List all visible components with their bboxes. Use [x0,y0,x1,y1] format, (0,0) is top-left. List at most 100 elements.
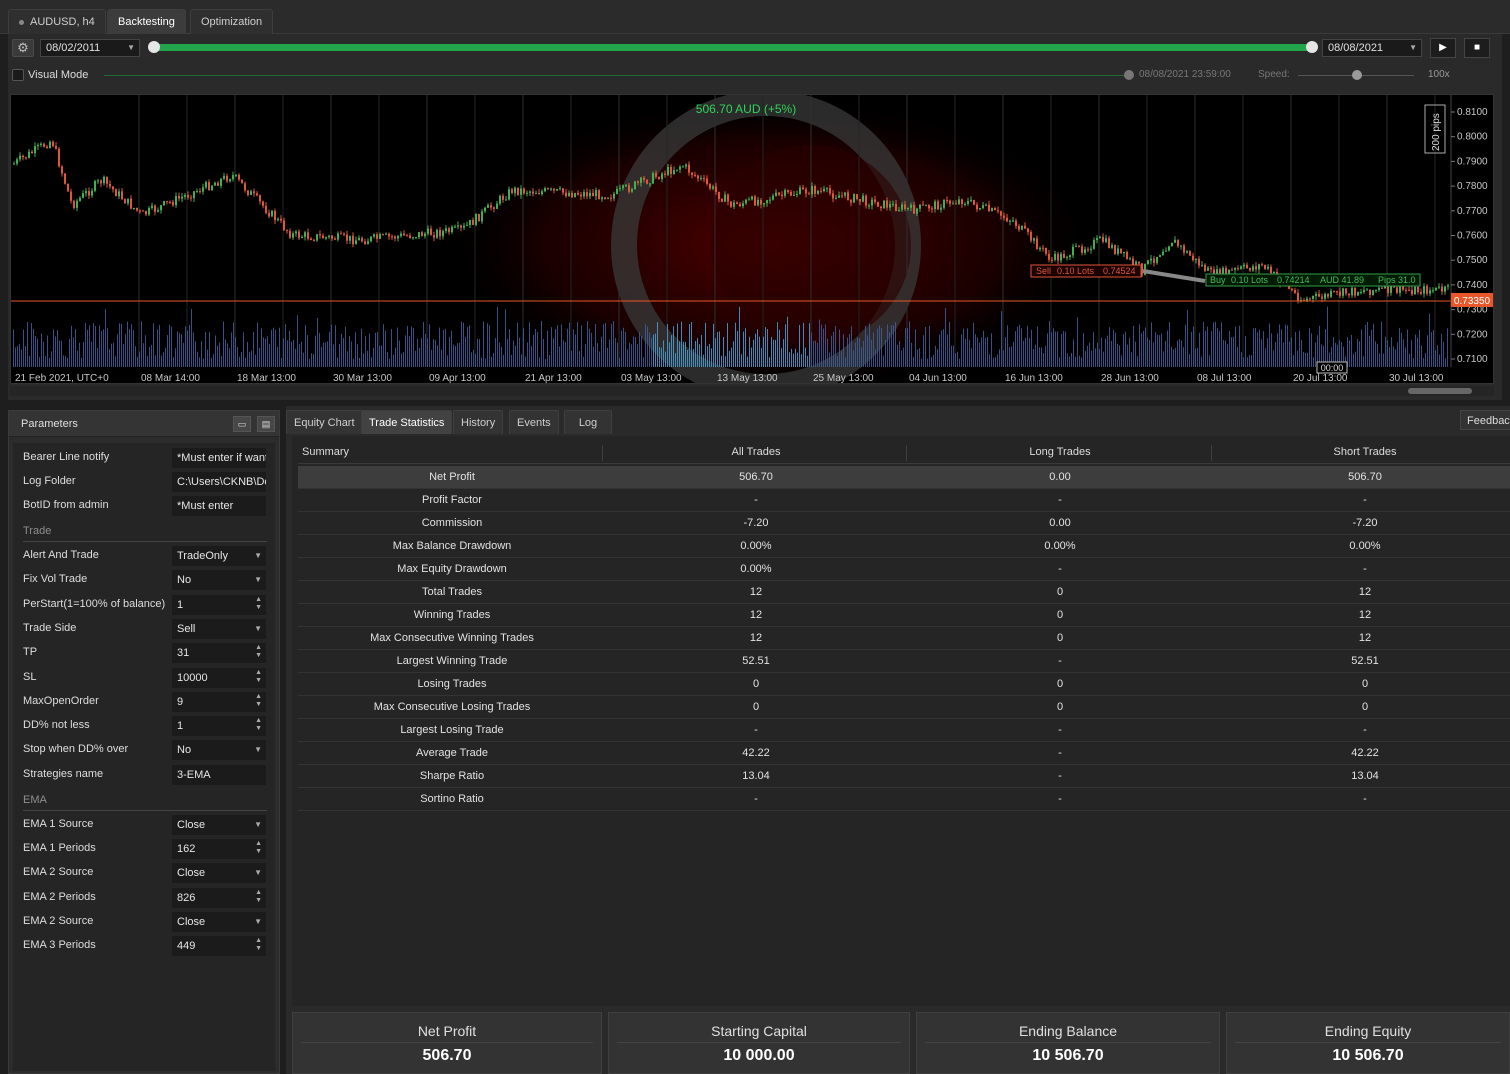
spinner-icon[interactable]: ▲ ▼ [255,840,262,856]
candle-body [1123,251,1125,254]
play-button[interactable]: ▶ [1430,38,1456,58]
scrollbar-thumb[interactable] [1408,388,1472,394]
param-number-input[interactable]: 826 ▲ ▼ [172,887,266,908]
param-number-input[interactable]: 9 ▲ ▼ [172,691,266,712]
candle-body [919,204,921,209]
volume-bar [153,323,154,367]
param-number-input[interactable]: 162 ▲ ▼ [172,839,266,859]
volume-bar [421,338,422,367]
param-text-input[interactable]: *Must enter if want [172,448,266,468]
price-chart[interactable]: 0.8100 0.8000 0.7900 0.7800 0.7700 0.7600 0.75… [10,94,1494,384]
spinner-icon[interactable]: ▲ ▼ [255,596,262,612]
param-number-input[interactable]: 449 ▲ ▼ [172,936,266,957]
param-number-input[interactable]: 1 ▲ ▼ [172,594,266,615]
candle-body [733,202,735,207]
param-select[interactable]: Close ▼ [172,863,266,884]
param-text-input[interactable]: *Must enter [172,496,266,516]
candle-body [235,174,237,176]
stop-button[interactable]: ■ [1464,38,1490,58]
candle-body [295,231,297,234]
start-date-picker[interactable]: 08/02/2011 ▼ [40,39,140,57]
volume-bar [1101,337,1102,367]
table-row[interactable]: Max Balance Drawdown 0.00% 0.00% 0.00% [298,535,1510,558]
spinner-icon[interactable]: ▲ ▼ [255,693,262,709]
end-date-picker[interactable]: 08/08/2021 ▼ [1322,39,1422,57]
speed-slider-handle[interactable] [1352,70,1362,80]
cell-long: 0.00 [1049,471,1071,483]
table-row[interactable]: Sortino Ratio - - - [298,788,1510,811]
table-row[interactable]: Max Equity Drawdown 0.00% - - [298,558,1510,581]
table-row[interactable]: Winning Trades 12 0 12 [298,604,1510,627]
spinner-icon[interactable]: ▲ ▼ [255,889,262,905]
volume-bar [409,336,410,367]
volume-bar [151,344,152,367]
param-number-input[interactable]: 1 ▲ ▼ [172,716,266,737]
volume-bar [175,348,176,367]
param-text-input[interactable]: C:\Users\CKNB\Doc [172,472,266,492]
table-row[interactable]: Max Consecutive Winning Trades 12 0 12 [298,627,1510,650]
tab-backtesting[interactable]: Backtesting [107,9,186,34]
candle-body [310,238,312,240]
candle-body [25,157,27,159]
buy-trade-tag[interactable]: Buy 0.10 Lots 0.74214 AUD 41.89 Pips 31.… [1205,273,1421,287]
visual-mode-checkbox[interactable] [12,69,24,81]
date-range-track[interactable] [154,44,1312,51]
table-row[interactable]: Max Consecutive Losing Trades 0 0 0 [298,696,1510,719]
param-select[interactable]: Sell ▼ [172,618,266,639]
tab-equity-chart[interactable]: Equity Chart [286,410,363,434]
tab-symbol[interactable]: AUDUSD, h4 [8,9,106,34]
candle-body [676,169,678,171]
param-label: TP [23,646,38,659]
tab-optimization[interactable]: Optimization [190,9,274,34]
param-value: 1 [177,720,184,733]
param-select[interactable]: Close ▼ [172,814,266,835]
spinner-icon[interactable]: ▲ ▼ [255,644,262,660]
candle-body [880,206,882,209]
tab-trade-statistics[interactable]: Trade Statistics [361,410,453,434]
candle-body [331,235,333,239]
open-folder-button[interactable]: ▭ [233,416,251,432]
range-start-handle[interactable] [148,41,160,53]
settings-gear-icon[interactable]: ⚙ [12,39,34,57]
param-select[interactable]: No ▼ [172,740,266,761]
volume-bar [467,327,468,367]
candle-body [1255,266,1257,270]
table-row[interactable]: Net Profit 506.70 0.00 506.70 [298,466,1510,489]
range-end-handle[interactable] [1306,41,1318,53]
table-row[interactable]: Commission -7.20 0.00 -7.20 [298,512,1510,535]
param-select[interactable]: No ▼ [172,570,266,591]
candle-body [106,176,108,184]
candle-body [814,186,816,194]
spinner-icon[interactable]: ▲ ▼ [255,717,262,733]
tab-events[interactable]: Events [509,410,559,434]
sell-tag-side: Sell [1036,266,1051,276]
param-number-input[interactable]: 31 ▲ ▼ [172,643,266,664]
chart-horizontal-scrollbar[interactable] [10,386,1494,396]
volume-bar [645,324,646,367]
volume-bar [475,353,476,367]
table-row[interactable]: Average Trade 42.22 - 42.22 [298,742,1510,765]
table-row[interactable]: Total Trades 12 0 12 [298,581,1510,604]
table-row[interactable]: Profit Factor - - - [298,489,1510,512]
table-row[interactable]: Largest Winning Trade 52.51 - 52.51 [298,650,1510,673]
candle-body [1180,245,1182,247]
param-text-input[interactable]: 3-EMA [172,764,266,785]
candle-body [838,195,840,198]
table-row[interactable]: Losing Trades 0 0 0 [298,673,1510,696]
table-row[interactable]: Largest Losing Trade - - - [298,719,1510,742]
visual-progress-handle[interactable] [1124,70,1134,80]
visual-progress-track[interactable] [104,75,1128,76]
sell-trade-tag[interactable]: Sell 0.10 Lots 0.74524 [1030,264,1142,278]
spinner-icon[interactable]: ▲ ▼ [255,669,262,685]
tab-history[interactable]: History [453,410,504,434]
param-number-input[interactable]: 10000 ▲ ▼ [172,667,266,688]
spinner-icon[interactable]: ▲ ▼ [255,937,262,953]
tab-log[interactable]: Log [564,410,612,434]
save-parameters-button[interactable]: ▤ [257,416,275,432]
param-select[interactable]: TradeOnly ▼ [172,546,266,566]
cell-name: Net Profit [429,471,475,483]
param-select[interactable]: Close ▼ [172,911,266,932]
volume-bar [1033,349,1034,367]
table-row[interactable]: Sharpe Ratio 13.04 - 13.04 [298,765,1510,788]
feedback-button[interactable]: Feedback [1460,410,1510,430]
